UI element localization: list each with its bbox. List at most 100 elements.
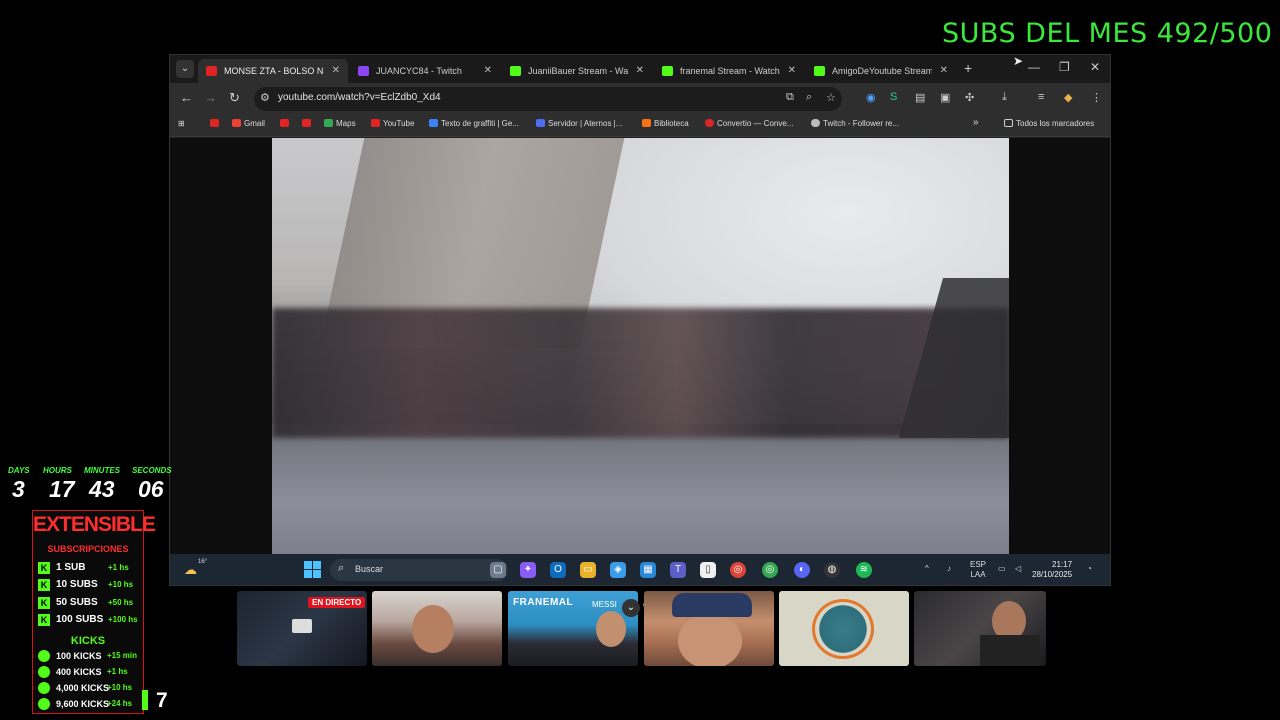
timer-value-hours: 17 — [49, 476, 75, 502]
volume-icon[interactable]: ◁ — [1015, 564, 1021, 574]
subscriptions-heading: SUBSCRIPCIONES — [47, 544, 129, 554]
youtube-icon — [206, 66, 217, 76]
window-close-icon[interactable]: ✕ — [1090, 60, 1100, 74]
discord-icon[interactable]: ◐ — [794, 562, 810, 578]
sub-tier-row: K 10 SUBS +10 hs — [38, 578, 143, 592]
bookmark-youtube-3[interactable] — [302, 119, 314, 128]
kicks-heading: KICKS — [70, 635, 106, 647]
extension-audio-icon[interactable]: ◉ — [866, 91, 876, 104]
language-indicator[interactable]: ESP LAA — [970, 560, 986, 580]
bookmark-maps[interactable]: Maps — [324, 119, 356, 128]
copilot-app-icon[interactable]: ◈ — [610, 562, 626, 578]
teams-icon[interactable]: T — [670, 562, 686, 578]
twitch-icon — [358, 66, 369, 76]
close-icon[interactable]: ✕ — [636, 59, 644, 83]
microphone-icon[interactable]: ♪ — [947, 564, 951, 574]
cam-tile-streamer-6[interactable] — [914, 591, 1046, 666]
minimize-icon[interactable]: — — [1028, 60, 1040, 74]
windows-start-icon[interactable] — [304, 561, 322, 579]
extension-s-icon[interactable]: S — [890, 91, 897, 103]
taskbar-clock[interactable]: 21:17 28/10/2025 — [1032, 560, 1072, 580]
bookmark-youtube[interactable] — [210, 119, 222, 128]
close-icon[interactable]: ✕ — [332, 59, 340, 83]
tab-youtube[interactable]: MONSE ZTA - BOLSO N ✕ — [198, 59, 348, 83]
tab-kick-juanii[interactable]: JuaniiBauer Stream - Watch ✕ — [502, 59, 652, 83]
download-icon[interactable]: ⤓ — [1002, 91, 1007, 104]
tab-title: JUANCYC84 - Twitch — [376, 66, 462, 76]
bookmark-twitch-follower[interactable]: Twitch - Follower re... — [811, 119, 899, 128]
tab-strip: ⌄ MONSE ZTA - BOLSO N ✕ JUANCYC84 - Twit… — [170, 55, 1110, 83]
outlook-icon[interactable]: O — [550, 562, 566, 578]
taskbar-search[interactable]: ⌕ Buscar — [330, 559, 508, 581]
tab-kick-franemal[interactable]: franemal Stream - Watch Li ✕ — [654, 59, 804, 83]
restore-icon[interactable]: ❐ — [1059, 60, 1070, 74]
task-view-icon[interactable]: ▢ — [490, 562, 506, 578]
extension-screen-icon[interactable]: ▣ — [940, 91, 950, 104]
bookmark-aternos[interactable]: Servidor | Aternos |... — [536, 119, 622, 128]
kick-icon: K — [38, 562, 50, 574]
profile-avatar[interactable]: ◆ — [1064, 91, 1072, 104]
bookmark-youtube-main[interactable]: YouTube — [371, 119, 414, 128]
kick-coin-icon — [38, 650, 50, 662]
kick-tier-label: 400 KICKS — [56, 667, 102, 677]
cam-tile-streamer-2[interactable] — [372, 591, 502, 666]
kick-tier-value: +10 hs — [107, 683, 133, 692]
tab-search-icon[interactable]: ⌄ — [176, 60, 194, 78]
bookmark-biblioteca[interactable]: Biblioteca — [642, 119, 689, 128]
all-bookmarks-folder[interactable]: Todos los marcadores — [1004, 119, 1094, 128]
franemal-banner-text: FRANEMAL — [513, 597, 574, 608]
network-icon[interactable]: ▭ — [998, 564, 1006, 574]
close-icon[interactable]: ✕ — [484, 59, 492, 83]
youtube-icon — [302, 119, 311, 127]
apps-grid-icon[interactable]: ⊞ — [178, 119, 185, 128]
tray-chevron-icon[interactable]: ^ — [925, 564, 929, 574]
bookmarks-bar: ⊞ Gmail Maps YouTube Texto de graffiti |… — [170, 115, 1110, 137]
tab-kick-amigo[interactable]: AmigoDeYoutube Stream - ✕ — [806, 59, 956, 83]
bookmark-youtube-2[interactable] — [280, 119, 292, 128]
bookmark-convertio[interactable]: Convertio — Conve... — [705, 119, 793, 128]
chevron-down-icon[interactable]: ⌄ — [622, 599, 640, 617]
sub-tier-label: 1 SUB — [56, 562, 86, 573]
tab-title: franemal Stream - Watch Li — [680, 66, 780, 76]
close-icon[interactable]: ✕ — [940, 59, 948, 83]
bookmarks-overflow-icon[interactable]: » — [973, 117, 979, 128]
obs-icon[interactable]: ◍ — [824, 562, 840, 578]
tab-title: MONSE ZTA - BOLSO N — [224, 66, 324, 76]
extension-doc-icon[interactable]: ▤ — [915, 91, 925, 104]
reload-icon[interactable]: ↻ — [229, 90, 240, 106]
chrome-icon[interactable]: ◎ — [730, 562, 746, 578]
zoom-icon[interactable]: ⌕ — [806, 91, 812, 104]
store-icon[interactable]: ▦ — [640, 562, 656, 578]
menu-dots-icon[interactable]: ⋮ — [1091, 91, 1102, 104]
file-explorer-icon[interactable]: ▭ — [580, 562, 596, 578]
side-counter: 7 — [156, 689, 168, 712]
spotify-icon[interactable]: ≋ — [856, 562, 872, 578]
chrome-active-icon[interactable]: ◎ — [762, 562, 778, 578]
stream-canvas: SUBS DEL MES 492/500 ⌄ MONSE ZTA - BOLSO… — [0, 0, 1280, 720]
tab-title: AmigoDeYoutube Stream - — [832, 66, 932, 76]
forward-icon[interactable]: → — [204, 90, 217, 105]
address-bar[interactable]: ⚙ youtube.com/watch?v=EclZdb0_Xd4 ⧉ ⌕ ☆ — [254, 87, 842, 111]
back-icon[interactable]: ← — [180, 90, 193, 105]
bookmark-graffiti[interactable]: Texto de graffiti | Ge... — [429, 119, 519, 128]
video-player[interactable] — [272, 138, 1009, 554]
kick-tier-row: 9,600 KICKS +24 hs — [38, 697, 143, 711]
tab-twitch[interactable]: JUANCYC84 - Twitch ✕ — [350, 59, 500, 83]
new-tab-button[interactable]: + — [964, 60, 972, 76]
reading-list-icon[interactable]: ≡ — [1038, 91, 1044, 103]
weather-temp: 16° — [198, 559, 208, 565]
bookmark-star-icon[interactable]: ☆ — [826, 91, 836, 104]
site-info-icon[interactable]: ⚙ — [260, 91, 270, 104]
notifications-icon[interactable]: ◔ — [1087, 564, 1092, 574]
cam-tile-streamer-4[interactable] — [644, 591, 774, 666]
sub-tier-label: 10 SUBS — [56, 579, 98, 590]
bookmark-gmail[interactable]: Gmail — [232, 119, 265, 128]
extensions-puzzle-icon[interactable]: ✣ — [965, 91, 974, 104]
weather-icon[interactable]: ☁ — [184, 562, 197, 578]
video-frame-crowd — [272, 308, 1009, 438]
bookmark-label: Texto de graffiti | Ge... — [441, 119, 519, 128]
document-icon[interactable]: ▯ — [700, 562, 716, 578]
copilot-icon[interactable]: ✦ — [520, 562, 536, 578]
install-icon[interactable]: ⧉ — [786, 91, 794, 104]
close-icon[interactable]: ✕ — [788, 59, 796, 83]
